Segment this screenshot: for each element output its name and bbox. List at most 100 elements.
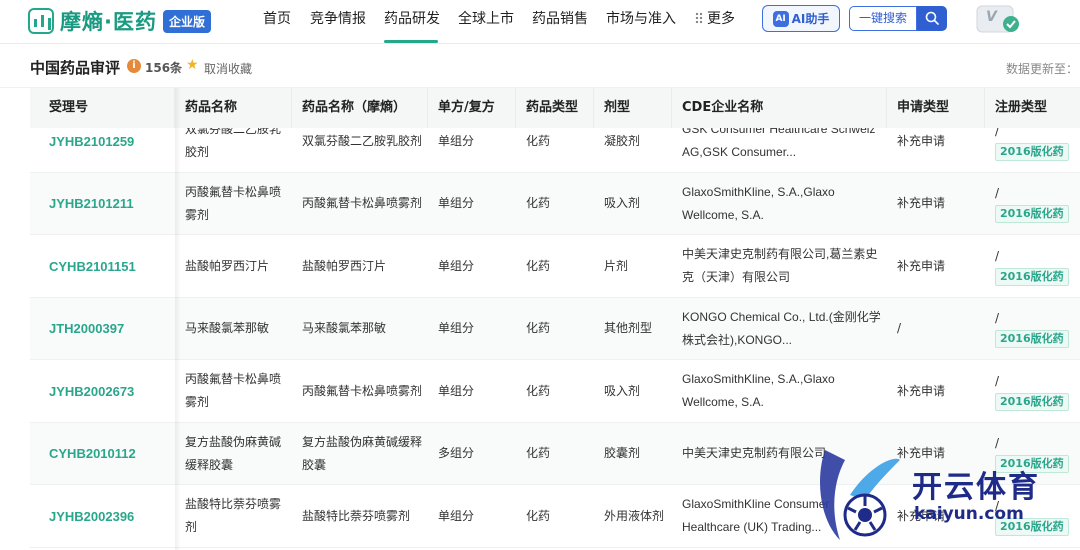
cell-drug-name-text: 盐酸特比萘芬喷雾剂 (185, 497, 282, 534)
quick-search-button[interactable]: 一键搜索 (849, 6, 917, 31)
cell-drug-name: 盐酸帕罗西汀片 (175, 235, 292, 297)
cell-drug-name: 盐酸特比萘芬喷雾剂 (175, 485, 292, 547)
cell-accept-no[interactable]: JTH2000397 (30, 298, 175, 360)
table-row[interactable]: JYHB2002673 丙酸氟替卡松鼻喷雾剂 丙酸氟替卡松鼻喷雾剂 单组分 化药 吸入剂 G… (30, 360, 1080, 423)
cell-cde-company: GlaxoSmithKline, S.A.,Glaxo Wellcome, S.… (672, 173, 887, 235)
active-tab-indicator (384, 40, 438, 43)
cell-accept-no-text[interactable]: CYHB2101151 (49, 255, 136, 278)
cell-drug-name-text: 盐酸帕罗西汀片 (185, 258, 270, 273)
column-header-drug-name[interactable]: 药品名称 (175, 88, 292, 128)
logo[interactable]: 摩熵·医药 企业版 (28, 6, 211, 36)
cell-accept-no[interactable]: JYHB2002396 (30, 485, 175, 547)
table-row[interactable]: JYHB2002396 盐酸特比萘芬喷雾剂 盐酸特比萘芬喷雾剂 单组分 化药 外用液体剂 G… (30, 485, 1080, 548)
nav-item-home[interactable]: 首页 (263, 8, 291, 28)
cell-reg-type: / 2016版化药 (985, 173, 1080, 235)
column-header-dosage-form[interactable]: 剂型 (594, 88, 672, 128)
cell-drug-name-ms: 马来酸氯苯那敏 (292, 298, 428, 360)
cell-dosage-form: 胶囊剂 (594, 423, 672, 485)
enterprise-badge: 企业版 (162, 9, 211, 33)
reg-type-text: / (995, 186, 1000, 200)
reg-type-text: / (995, 436, 1000, 450)
table-row[interactable]: CYHB2101151 盐酸帕罗西汀片 盐酸帕罗西汀片 单组分 化药 片剂 中美天津史克制药… (30, 235, 1080, 298)
ai-assistant-button[interactable]: AI AI助手 (762, 5, 840, 32)
cell-accept-no-text[interactable]: JYHB2101211 (49, 192, 134, 215)
reg-type-tag: 2016版化药 (995, 267, 1069, 286)
unfavorite-button[interactable]: 取消收藏 (204, 60, 252, 77)
reg-type-tag: 2016版化药 (995, 517, 1069, 536)
cell-drug-type-text: 化药 (526, 196, 551, 210)
cell-cde-company: GlaxoSmithKline Consumer Healthcare (UK)… (672, 485, 887, 547)
cell-apply-type: 补充申请 (887, 485, 985, 547)
column-header-drug-name-ms[interactable]: 药品名称（摩熵） (292, 88, 428, 128)
cell-accept-no-text[interactable]: CYHB2010112 (49, 442, 136, 465)
cell-apply-type: 补充申请 (887, 235, 985, 297)
cell-dosage-form-text: 片剂 (604, 258, 629, 273)
nav-item-rnd[interactable]: 药品研发 (384, 8, 440, 28)
table-row[interactable]: JYHB2101211 丙酸氟替卡松鼻喷雾剂 丙酸氟替卡松鼻喷雾剂 单组分 化药 吸入剂 G… (30, 172, 1080, 235)
cell-drug-name-ms-text: 丙酸氟替卡松鼻喷雾剂 (302, 196, 423, 210)
vip-badge[interactable]: V (976, 4, 1020, 34)
cell-combo: 单组分 (428, 173, 516, 235)
cell-accept-no-text[interactable]: JYHB2002396 (49, 505, 134, 528)
record-count: 156条 (145, 61, 183, 75)
nav-item-global-launch[interactable]: 全球上市 (458, 8, 514, 28)
cell-drug-name-ms-text: 盐酸特比萘芬喷雾剂 (302, 508, 411, 523)
cell-drug-name: 复方盐酸伪麻黄碱缓释胶囊 (175, 423, 292, 485)
cell-drug-type: 化药 (516, 173, 594, 235)
info-icon[interactable]: i (127, 59, 141, 73)
more-label: 更多 (707, 11, 735, 27)
cell-drug-type: 化药 (516, 485, 594, 547)
column-header-drug-type[interactable]: 药品类型 (516, 88, 594, 128)
cell-apply-type-text: 补充申请 (897, 133, 946, 148)
cell-accept-no-text[interactable]: JYHB2002673 (49, 380, 134, 403)
cell-drug-name-ms-text: 复方盐酸伪麻黄碱缓释胶囊 (302, 434, 423, 472)
nav-item-more[interactable]: 更多 (695, 8, 735, 28)
cell-reg-type: / 2016版化药 (985, 235, 1080, 297)
cell-accept-no[interactable]: JYHB2101211 (30, 173, 175, 235)
cell-cde-company: 中美天津史克制药有限公司,葛兰素史克（天津）有限公司 (672, 235, 887, 297)
cell-drug-type-text: 化药 (526, 133, 551, 148)
logo-icon (28, 8, 54, 34)
column-header-cde-company[interactable]: CDE企业名称 (672, 88, 887, 128)
cell-drug-name: 丙酸氟替卡松鼻喷雾剂 (175, 173, 292, 235)
cell-accept-no-text[interactable]: JTH2000397 (49, 317, 124, 340)
cell-apply-type-text: 补充申请 (897, 508, 946, 523)
column-header-accept-no[interactable]: 受理号 (30, 88, 175, 128)
cell-cde-company-text: GlaxoSmithKline, S.A.,Glaxo Wellcome, S.… (682, 184, 835, 222)
star-icon[interactable]: ★ (186, 57, 199, 73)
cell-cde-company-text: KONGO Chemical Co., Ltd.(金刚化学株式会社),KONGO… (682, 309, 881, 347)
cell-accept-no[interactable]: CYHB2101151 (30, 235, 175, 297)
cell-combo-text: 单组分 (438, 258, 475, 273)
grid-icon (695, 12, 703, 24)
column-header-combo[interactable]: 单方/复方 (428, 88, 516, 128)
cell-dosage-form: 吸入剂 (594, 173, 672, 235)
cell-combo: 多组分 (428, 423, 516, 485)
search-submit-button[interactable] (917, 6, 947, 31)
cell-drug-type: 化药 (516, 298, 594, 360)
cell-accept-no[interactable]: JYHB2002673 (30, 360, 175, 422)
top-navigation: 摩熵·医药 企业版 首页 竞争情报 药品研发 全球上市 药品销售 市场与准入 更… (0, 0, 1080, 44)
cell-drug-name: 马来酸氯苯那敏 (175, 298, 292, 360)
table-row[interactable]: CYHB2010112 复方盐酸伪麻黄碱缓释胶囊 复方盐酸伪麻黄碱缓释胶囊 多组分 化药… (30, 422, 1080, 485)
cell-drug-type: 化药 (516, 423, 594, 485)
reg-type-tag: 2016版化药 (995, 330, 1069, 348)
reg-type-tag: 2016版化药 (995, 455, 1069, 473)
cell-accept-no[interactable]: CYHB2010112 (30, 423, 175, 485)
nav-item-sales[interactable]: 药品销售 (532, 8, 588, 28)
reg-type-text: / (995, 311, 1000, 325)
cell-drug-name-text: 丙酸氟替卡松鼻喷雾剂 (185, 184, 282, 222)
column-header-reg-type[interactable]: 注册类型 (985, 88, 1080, 128)
cell-drug-type-text: 化药 (526, 321, 551, 335)
nav-item-market-access[interactable]: 市场与准入 (606, 8, 676, 28)
cell-drug-name-ms: 丙酸氟替卡松鼻喷雾剂 (292, 360, 428, 422)
cell-reg-type: / 2016版化药 (985, 298, 1080, 360)
cell-drug-name-text: 复方盐酸伪麻黄碱缓释胶囊 (185, 434, 282, 472)
table-row[interactable]: JTH2000397 马来酸氯苯那敏 马来酸氯苯那敏 单组分 化药 其他剂型 KONGO C… (30, 297, 1080, 360)
column-header-apply-type[interactable]: 申请类型 (887, 88, 985, 128)
cell-drug-name-ms-text: 丙酸氟替卡松鼻喷雾剂 (302, 383, 423, 398)
cell-accept-no-text[interactable]: JYHB2101259 (49, 130, 134, 153)
nav-item-competition[interactable]: 竞争情报 (310, 8, 366, 28)
cell-apply-type-text: 补充申请 (897, 383, 946, 398)
cell-drug-type: 化药 (516, 235, 594, 297)
cell-dosage-form-text: 吸入剂 (604, 383, 641, 398)
